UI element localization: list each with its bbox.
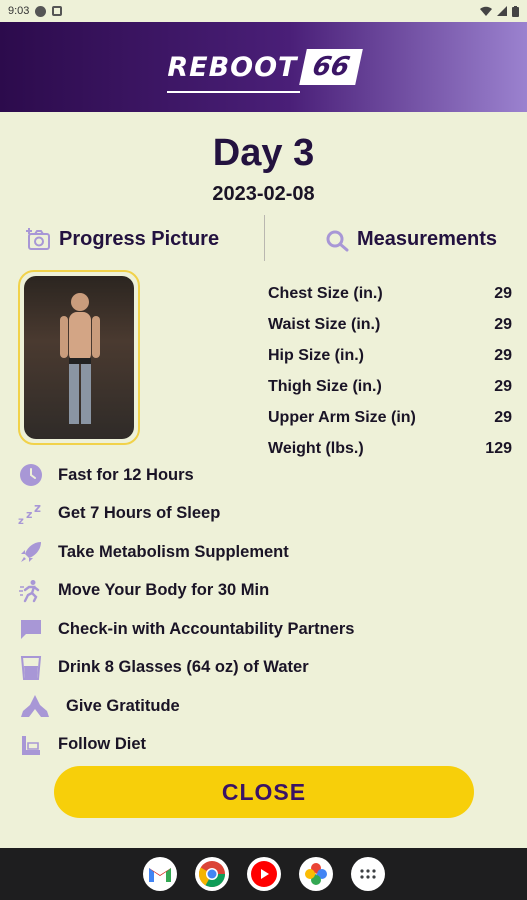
measurement-label: Chest Size (in.): [268, 284, 383, 302]
chat-bubble-icon: [18, 616, 44, 642]
app-dock: [0, 848, 527, 900]
habit-list: Fast for 12 Hours zzz Get 7 Hours of Sle…: [18, 456, 518, 764]
measurement-row: Waist Size (in.) 29: [268, 309, 512, 340]
habit-label: Check-in with Accountability Partners: [58, 619, 355, 638]
svg-text:z: z: [18, 516, 24, 526]
app-drawer-icon[interactable]: [350, 857, 385, 891]
progress-photo-frame[interactable]: [18, 270, 140, 445]
status-time: 9:03: [8, 5, 30, 17]
habit-item: Fast for 12 Hours: [18, 456, 518, 495]
progress-picture-header: Progress Picture: [26, 222, 219, 256]
habit-item: Take Metabolism Supplement: [18, 533, 518, 572]
gmail-icon[interactable]: [142, 857, 177, 891]
measurement-label: Weight (lbs.): [268, 439, 364, 457]
measurements-header: Measurements: [324, 222, 497, 256]
habit-label: Give Gratitude: [66, 696, 180, 715]
measurement-value: 29: [494, 284, 512, 302]
notification-icon: [35, 5, 47, 17]
close-button[interactable]: CLOSE: [54, 766, 474, 818]
signal-icon: [497, 6, 507, 16]
logo-number: 66: [299, 49, 364, 85]
habit-label: Fast for 12 Hours: [58, 465, 194, 484]
app-header: REBOOT 66: [0, 22, 527, 112]
habit-label: Follow Diet: [58, 735, 146, 754]
measurement-row: Upper Arm Size (in) 29: [268, 402, 512, 433]
measurement-row: Chest Size (in.) 29: [268, 278, 512, 309]
measurement-row: Thigh Size (in.) 29: [268, 371, 512, 402]
reboot66-logo: REBOOT 66: [167, 49, 364, 93]
habit-item: Move Your Body for 30 Min: [18, 572, 518, 611]
photos-icon[interactable]: [298, 857, 333, 891]
day-date: 2023-02-08: [212, 183, 315, 205]
measurement-label: Thigh Size (in.): [268, 377, 382, 395]
sleep-zzz-icon: zzz: [18, 501, 44, 527]
youtube-icon[interactable]: [246, 857, 281, 891]
habit-item: zzz Get 7 Hours of Sleep: [18, 495, 518, 534]
praying-hands-icon: [18, 693, 52, 719]
person-silhouette: [60, 293, 100, 424]
diet-icon: [18, 732, 44, 758]
magnify-icon: [326, 230, 349, 252]
chrome-icon[interactable]: [194, 857, 229, 891]
habit-item: Drink 8 Glasses (64 oz) of Water: [18, 649, 518, 688]
measurement-value: 29: [494, 315, 512, 333]
measurement-value: 29: [494, 377, 512, 395]
measurement-value: 29: [494, 408, 512, 426]
status-bar: 9:03: [0, 0, 527, 22]
section-divider: [264, 215, 265, 261]
progress-photo: [24, 276, 134, 439]
running-icon: [18, 578, 44, 604]
habit-label: Move Your Body for 30 Min: [58, 581, 270, 600]
svg-text:z: z: [26, 508, 32, 521]
logo-brand-text: REBOOT: [167, 51, 298, 83]
measurements-label: Measurements: [357, 227, 498, 250]
svg-text:z: z: [34, 502, 41, 515]
measurement-row: Hip Size (in.) 29: [268, 340, 512, 371]
day-title: Day 3: [212, 132, 315, 174]
add-photo-icon: [26, 228, 50, 250]
habit-item: Follow Diet: [18, 726, 518, 765]
logo-underline: [167, 91, 300, 93]
settings-status-icon: [52, 6, 63, 16]
habit-label: Drink 8 Glasses (64 oz) of Water: [58, 658, 309, 677]
habit-item: Check-in with Accountability Partners: [18, 610, 518, 649]
rocket-icon: [18, 539, 44, 565]
measurement-label: Hip Size (in.): [268, 346, 364, 364]
wifi-icon: [480, 6, 492, 16]
measurement-label: Waist Size (in.): [268, 315, 381, 333]
water-glass-icon: [18, 655, 44, 681]
habit-label: Take Metabolism Supplement: [58, 542, 289, 561]
measurements-list: Chest Size (in.) 29 Waist Size (in.) 29 …: [268, 278, 512, 464]
battery-icon: [512, 5, 519, 17]
clock-icon: [18, 462, 44, 488]
progress-picture-label: Progress Picture: [59, 227, 220, 250]
measurement-label: Upper Arm Size (in): [268, 408, 416, 426]
habit-item: Give Gratitude: [18, 687, 518, 726]
measurement-value: 129: [485, 439, 512, 457]
habit-label: Get 7 Hours of Sleep: [58, 504, 221, 523]
measurement-value: 29: [494, 346, 512, 364]
